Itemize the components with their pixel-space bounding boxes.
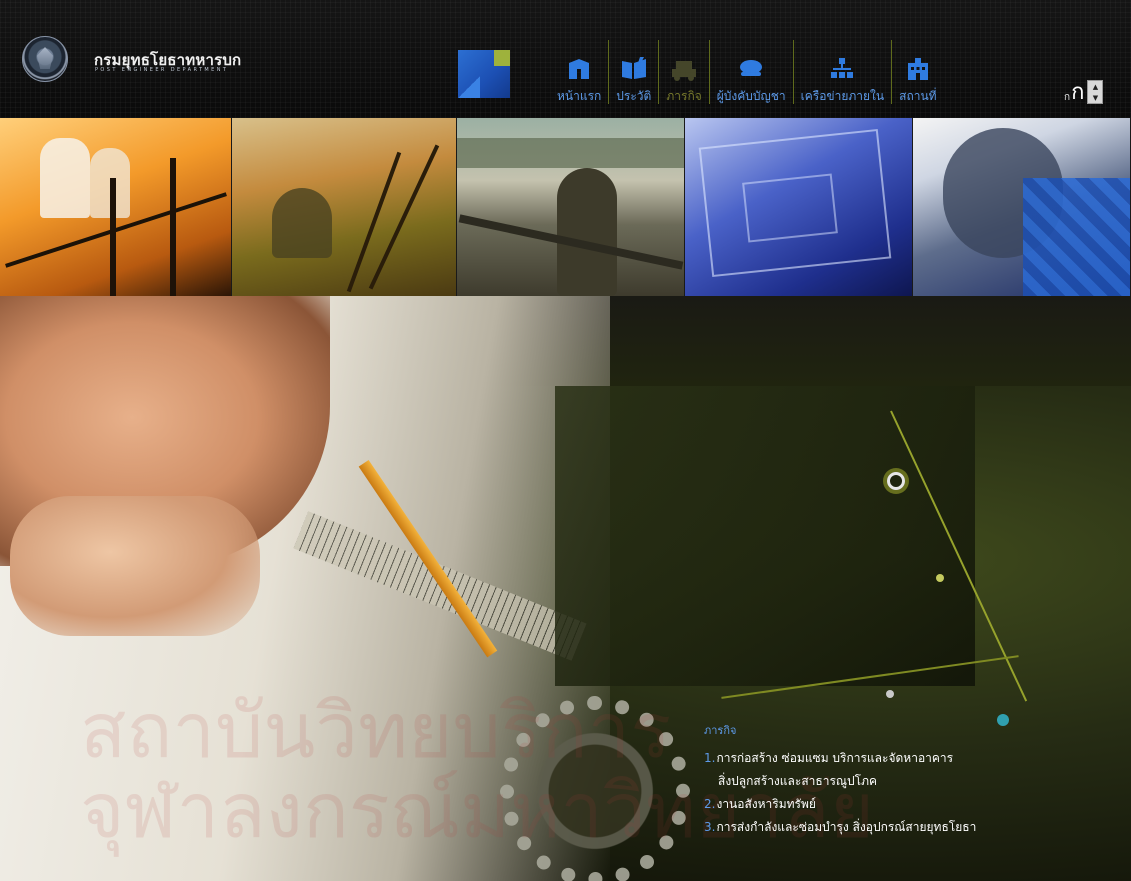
mission-item[interactable]: 3.การส่งกำลังและซ่อมบำรุง สิ่งอุปกรณ์สาย… [704, 816, 1124, 839]
mission-item-number: 1. [704, 751, 716, 765]
truck-icon [670, 57, 698, 81]
mission-item-text: งานอสังหาริมทรัพย์ [716, 797, 816, 811]
site-subtitle: POST ENGINEER DEPARTMENT [95, 67, 229, 73]
mission-list: ภารกิจ 1.การก่อสร้าง ซ่อมแซม บริการและจั… [704, 721, 1124, 839]
main-nav: หน้าแรก ประวัติ ภารกิจ ผู้บังคับบัญชา เค… [550, 40, 947, 104]
font-size-control[interactable]: ก ก ▲ ▼ [1064, 80, 1104, 104]
nav-label: ประวัติ [616, 89, 652, 103]
mission-item[interactable]: 1.การก่อสร้าง ซ่อมแซม บริการและจัดหาอาคา… [704, 747, 1124, 770]
mission-item-text: การก่อสร้าง ซ่อมแซม บริการและจัดหาอาคาร [716, 751, 954, 765]
banner-photo-blueprint [685, 118, 913, 296]
nav-item-home[interactable]: หน้าแรก [550, 40, 608, 104]
chevron-down-icon[interactable]: ▼ [1093, 94, 1098, 102]
mission-item[interactable]: 2.งานอสังหาริมทรัพย์ [704, 793, 1124, 816]
nav-item-intranet[interactable]: เครือข่ายภายใน [792, 40, 892, 104]
banner-photo-soldiers-field [232, 118, 457, 296]
nav-label: หน้าแรก [557, 89, 602, 103]
nav-label: ผู้บังคับบัญชา [716, 89, 786, 103]
font-size-stepper[interactable]: ▲ ▼ [1087, 80, 1104, 104]
font-size-small-glyph[interactable]: ก [1064, 92, 1070, 104]
banner-photo-engineers [0, 118, 232, 296]
hero-dot [936, 574, 944, 582]
building-icon [904, 57, 932, 81]
banner-photo-bridge [457, 118, 685, 296]
hero-dot [886, 690, 894, 698]
main-hero: สถาบันวิทยบริการ จุฬาลงกรณ์มหาวิทยาลัย ภ… [0, 296, 1131, 881]
mission-item-number: 2. [704, 797, 716, 811]
banner-photo-pilot [913, 118, 1131, 296]
nav-item-commanders[interactable]: ผู้บังคับบัญชา [708, 40, 793, 104]
officer-cap-icon [737, 57, 765, 81]
network-icon [828, 57, 856, 81]
home-icon [565, 57, 593, 81]
target-circle-icon [887, 472, 905, 490]
book-icon [620, 57, 648, 81]
mission-item-continuation: สิ่งปลูกสร้างและสาธารณูปโภค [718, 774, 878, 788]
chevron-up-icon[interactable]: ▲ [1093, 83, 1098, 91]
nav-label: สถานที่ [899, 89, 937, 103]
department-seal-icon[interactable] [22, 36, 68, 82]
font-size-large-glyph[interactable]: ก [1071, 82, 1084, 104]
mission-heading: ภารกิจ [704, 724, 737, 737]
mission-item-text: การส่งกำลังและซ่อมบำรุง สิ่งอุปกรณ์สายยุ… [716, 820, 977, 834]
nav-item-history[interactable]: ประวัติ [608, 40, 658, 104]
nav-label: ภารกิจ [666, 89, 702, 103]
nav-item-mission[interactable]: ภารกิจ [658, 40, 708, 104]
nav-label: เครือข่ายภายใน [800, 89, 885, 103]
nav-item-locations[interactable]: สถานที่ [891, 40, 946, 104]
hero-dark-block [555, 386, 975, 686]
mission-item-number: 3. [704, 820, 716, 834]
brand-square-graphic [458, 50, 510, 98]
hero-fingers-graphic [10, 496, 260, 636]
site-header: กรมยุทธโยธาทหารบก POST ENGINEER DEPARTME… [0, 0, 1131, 118]
photo-banner [0, 118, 1131, 296]
